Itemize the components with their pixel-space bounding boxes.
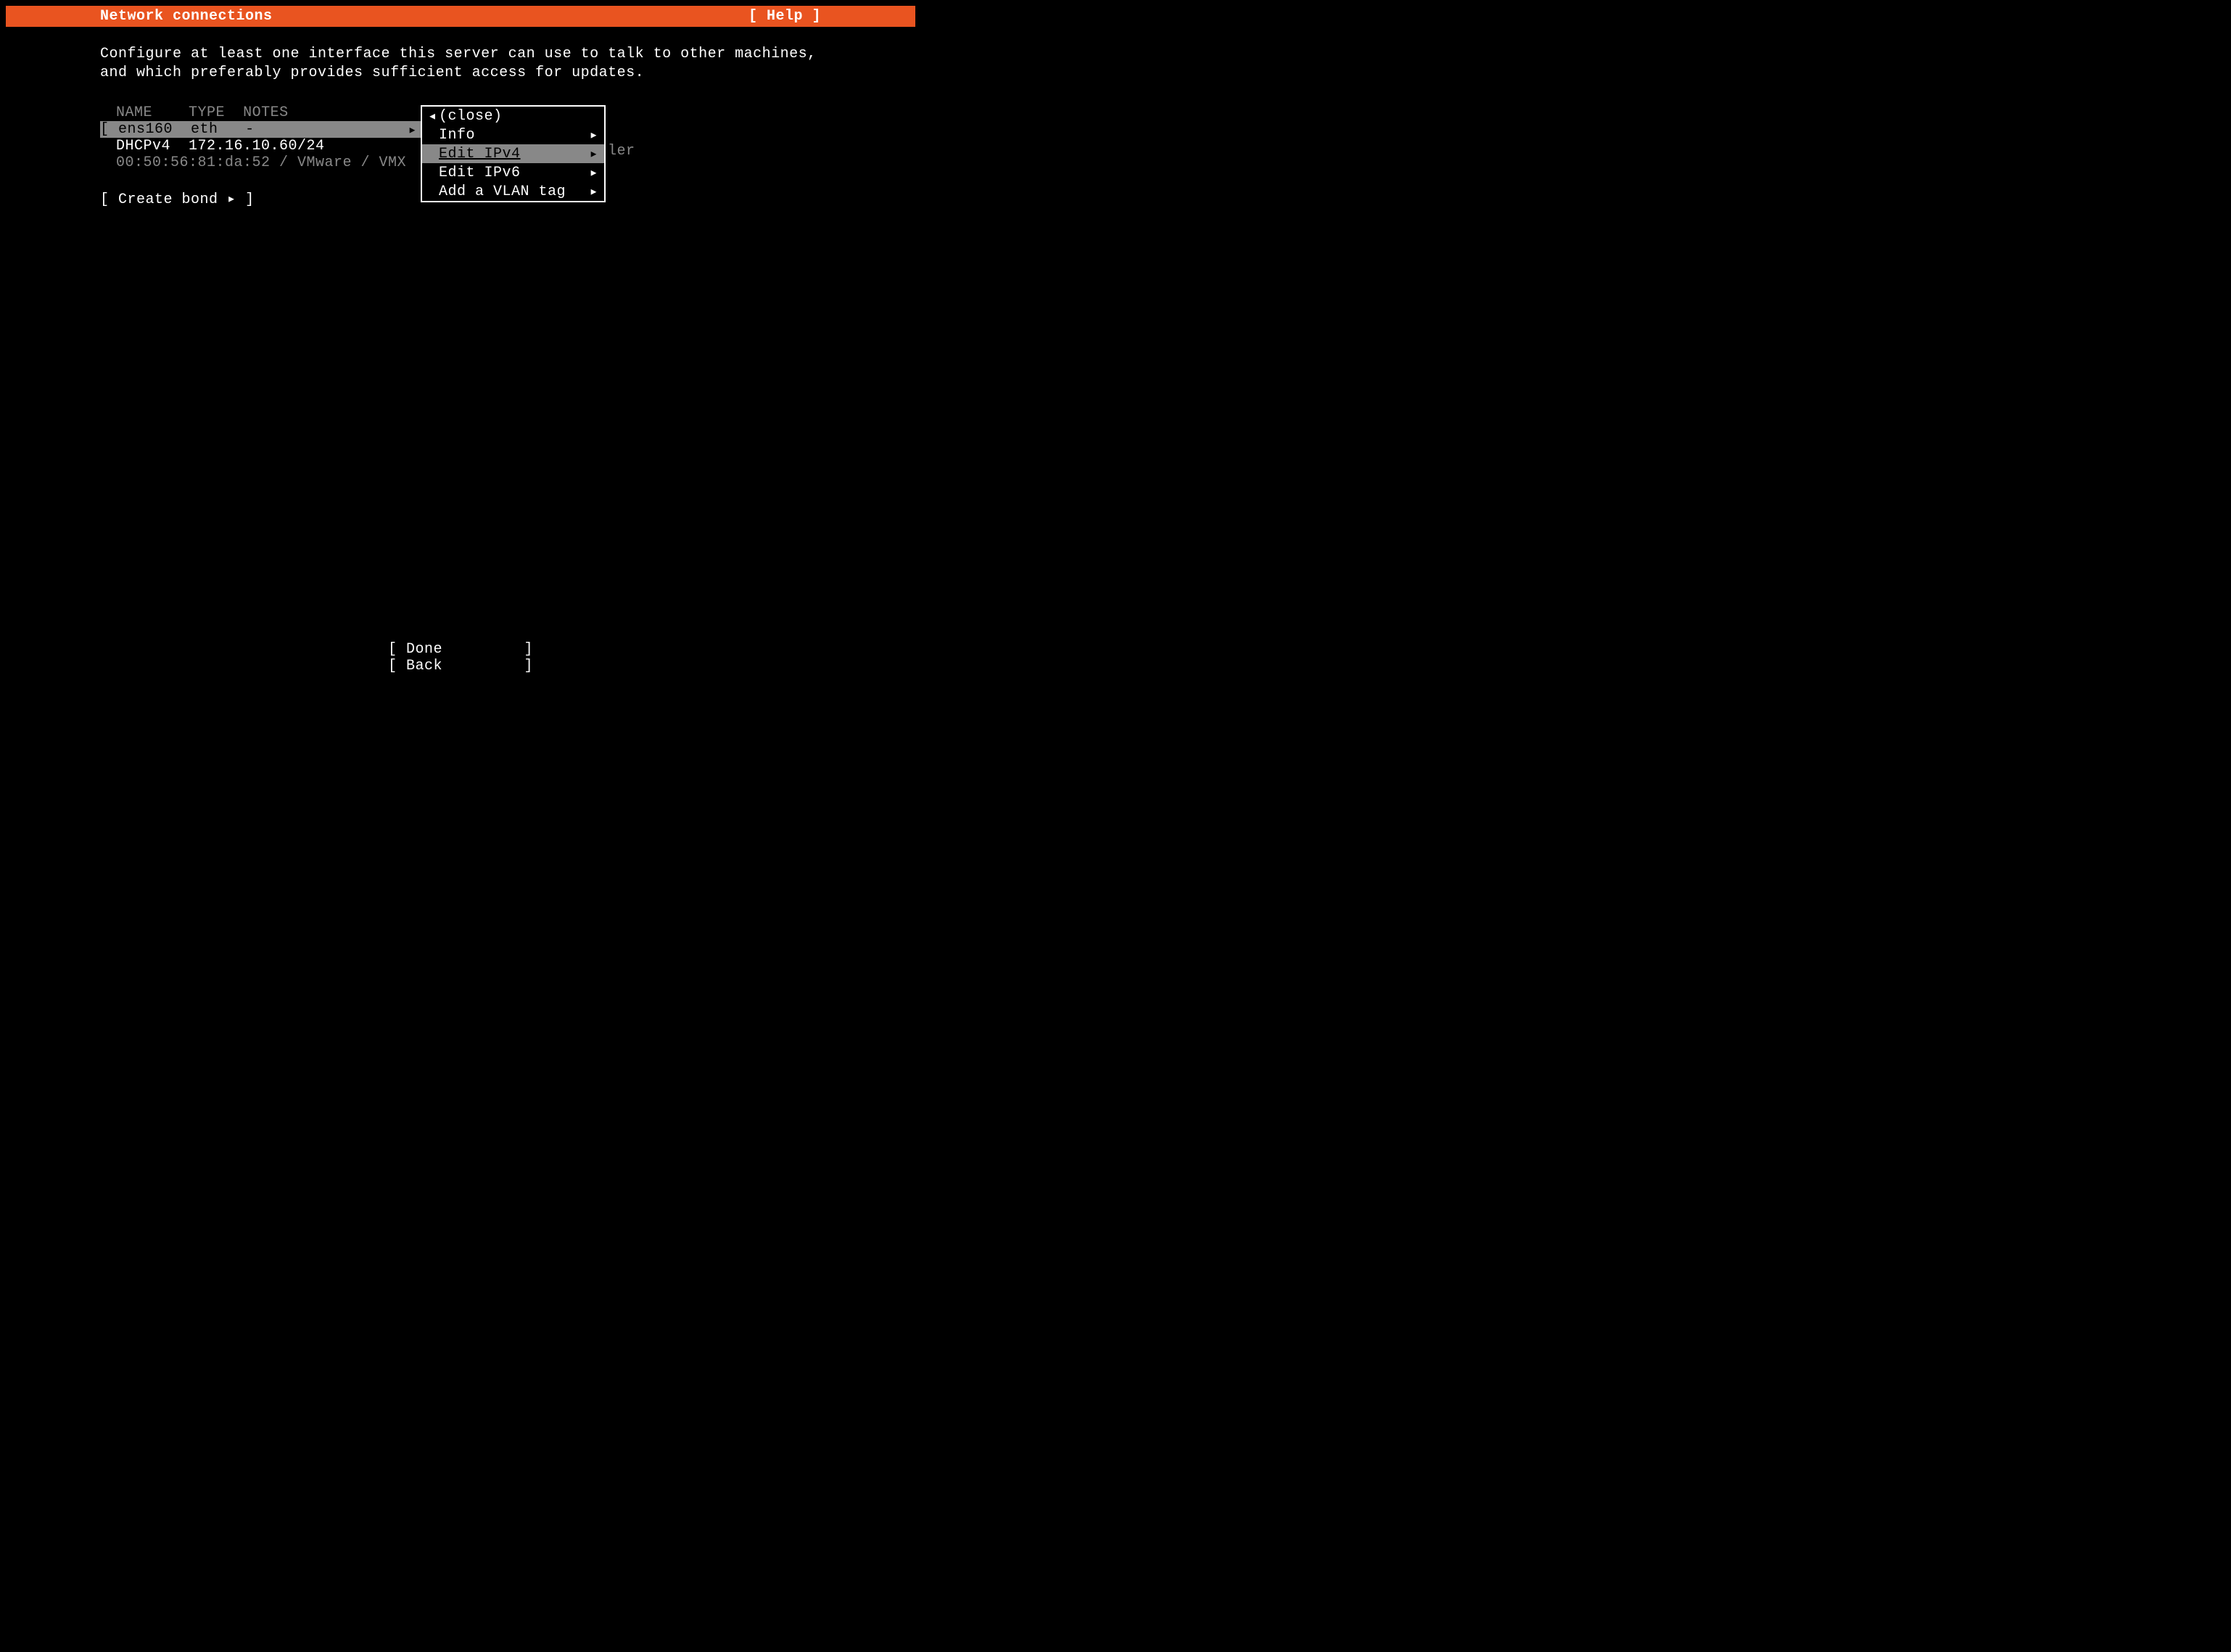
context-menu: ◂ (close) Info ▸ Edit IPv4 ▸ Edit IPv6 [421, 105, 606, 202]
page-title: Network connections [100, 8, 749, 25]
chevron-left-icon: ◂ [428, 107, 439, 125]
footer: [ Done ] [ Back ] [6, 641, 915, 674]
menu-item-edit-ipv4[interactable]: Edit IPv4 ▸ [422, 144, 604, 163]
menu-label: Add a VLAN tag [439, 183, 587, 200]
header-name: NAME [116, 104, 152, 121]
chevron-right-icon: ▸ [587, 144, 598, 163]
interface-row-ens160[interactable]: [ ens160 eth - ▸ [100, 121, 421, 138]
obscured-text: ler [608, 143, 635, 160]
done-button[interactable]: [ Done ] [388, 641, 533, 658]
menu-label: Info [439, 127, 587, 144]
intro-text: Configure at least one interface this se… [100, 45, 821, 83]
back-button[interactable]: [ Back ] [388, 658, 533, 674]
dhcp-label: DHCPv4 [116, 138, 170, 154]
chevron-right-icon: ▸ [587, 163, 598, 182]
interface-label: [ ens160 eth - [100, 121, 255, 138]
menu-item-info[interactable]: Info ▸ [422, 125, 604, 144]
interface-name: ens160 [118, 121, 173, 138]
menu-label: (close) [439, 108, 587, 125]
chevron-right-icon: ▸ [587, 182, 598, 201]
interface-type: eth [191, 121, 218, 138]
help-button[interactable]: [ Help ] [749, 8, 821, 25]
menu-item-close[interactable]: ◂ (close) [422, 107, 604, 125]
menu-label: Edit IPv4 [439, 146, 587, 162]
header-type: TYPE [189, 104, 225, 121]
menu-item-edit-ipv6[interactable]: Edit IPv6 ▸ [422, 163, 604, 182]
mac-text: 00:50:56:81:da:52 / VMware / VMX [116, 154, 406, 171]
content-area: Configure at least one interface this se… [6, 27, 915, 208]
chevron-right-icon: ▸ [408, 120, 417, 139]
titlebar: Network connections [ Help ] [6, 6, 915, 27]
chevron-right-icon: ▸ [587, 125, 598, 144]
interface-notes: - [245, 121, 255, 138]
dhcp-address: 172.16.10.60/24 [189, 138, 325, 154]
menu-label: Edit IPv6 [439, 165, 587, 181]
header-notes: NOTES [243, 104, 289, 121]
menu-item-add-vlan[interactable]: Add a VLAN tag ▸ [422, 182, 604, 201]
interface-table: NAME TYPE NOTES [ ens160 eth - ▸ DHCPv4 … [100, 104, 821, 208]
